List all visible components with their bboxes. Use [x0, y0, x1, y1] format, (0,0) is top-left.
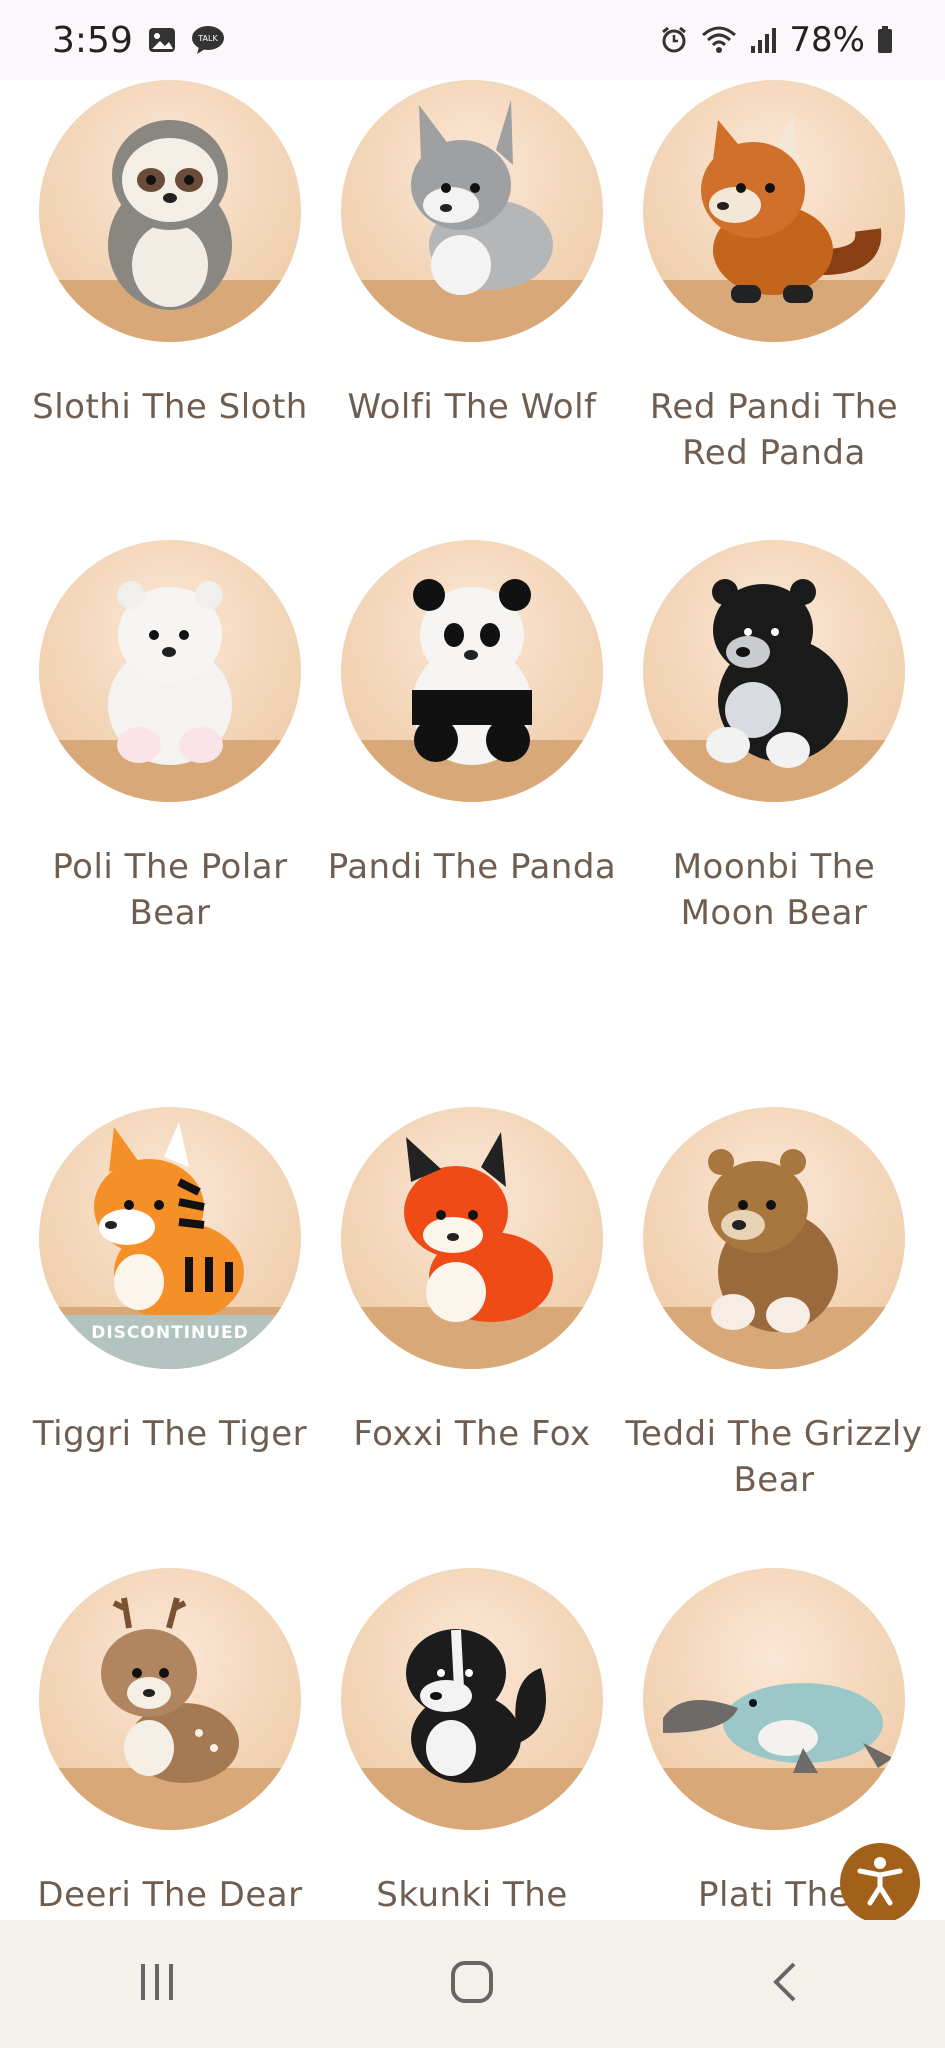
wifi-icon — [701, 25, 737, 55]
product-name[interactable]: Poli The Polar Bear — [20, 844, 320, 936]
alarm-icon — [659, 25, 689, 55]
status-left: 3:59 TALK — [52, 20, 225, 61]
status-bar: 3:59 TALK 78% — [0, 0, 945, 80]
product-name[interactable]: Wolfi The Wolf — [322, 384, 622, 430]
product-name[interactable]: Moonbi The Moon Bear — [624, 844, 924, 936]
product-card[interactable]: DISCONTINUED Tiggri The Tiger — [20, 1107, 320, 1457]
red-panda-image[interactable] — [643, 80, 905, 342]
signal-icon — [749, 26, 777, 54]
panda-image[interactable] — [341, 540, 603, 802]
product-name[interactable]: Slothi The Sloth — [20, 384, 320, 430]
product-card[interactable]: Deeri The Dear — [20, 1568, 320, 1918]
navigation-bar — [0, 1920, 945, 2048]
talk-icon: TALK — [191, 25, 225, 55]
fox-image[interactable] — [341, 1107, 603, 1369]
product-name[interactable]: Pandi The Panda — [322, 844, 622, 890]
tiger-image[interactable]: DISCONTINUED — [39, 1107, 301, 1369]
deer-image[interactable] — [39, 1568, 301, 1830]
product-name[interactable]: Foxxi The Fox — [322, 1411, 622, 1457]
product-name[interactable]: Red Pandi The Red Panda — [624, 384, 924, 476]
product-card[interactable]: Slothi The Sloth — [20, 80, 320, 430]
product-card[interactable]: Moonbi The Moon Bear — [624, 540, 924, 936]
battery-icon — [877, 26, 893, 54]
product-name[interactable]: Deeri The Dear — [20, 1872, 320, 1918]
status-time: 3:59 — [52, 19, 133, 61]
accessibility-button[interactable] — [840, 1843, 920, 1923]
grizzly-bear-image[interactable] — [643, 1107, 905, 1369]
product-card[interactable]: Foxxi The Fox — [322, 1107, 622, 1457]
back-icon[interactable] — [766, 1960, 810, 2008]
product-name[interactable]: Tiggri The Tiger — [20, 1411, 320, 1457]
skunk-image[interactable] — [341, 1568, 603, 1830]
recent-apps-icon[interactable] — [135, 1960, 179, 2008]
battery-percent: 78% — [789, 20, 865, 60]
sloth-image[interactable] — [39, 80, 301, 342]
product-name[interactable]: Skunki The — [322, 1872, 622, 1918]
home-icon[interactable] — [449, 1959, 495, 2009]
product-name[interactable]: Teddi The Grizzly Bear — [624, 1411, 924, 1503]
polar-bear-image[interactable] — [39, 540, 301, 802]
product-card[interactable]: Wolfi The Wolf — [322, 80, 622, 430]
product-card[interactable]: Skunki The — [322, 1568, 622, 1918]
product-card[interactable]: Red Pandi The Red Panda — [624, 80, 924, 476]
platypus-image[interactable] — [643, 1568, 905, 1830]
status-right: 78% — [659, 20, 893, 60]
talk-badge-text: TALK — [197, 34, 218, 43]
gallery-icon — [147, 25, 177, 55]
moon-bear-image[interactable] — [643, 540, 905, 802]
wolf-image[interactable] — [341, 80, 603, 342]
discontinued-badge: DISCONTINUED — [39, 1315, 301, 1369]
product-card[interactable]: Poli The Polar Bear — [20, 540, 320, 936]
product-card[interactable]: Pandi The Panda — [322, 540, 622, 890]
product-card[interactable]: Teddi The Grizzly Bear — [624, 1107, 924, 1503]
accessibility-icon — [852, 1853, 908, 1913]
